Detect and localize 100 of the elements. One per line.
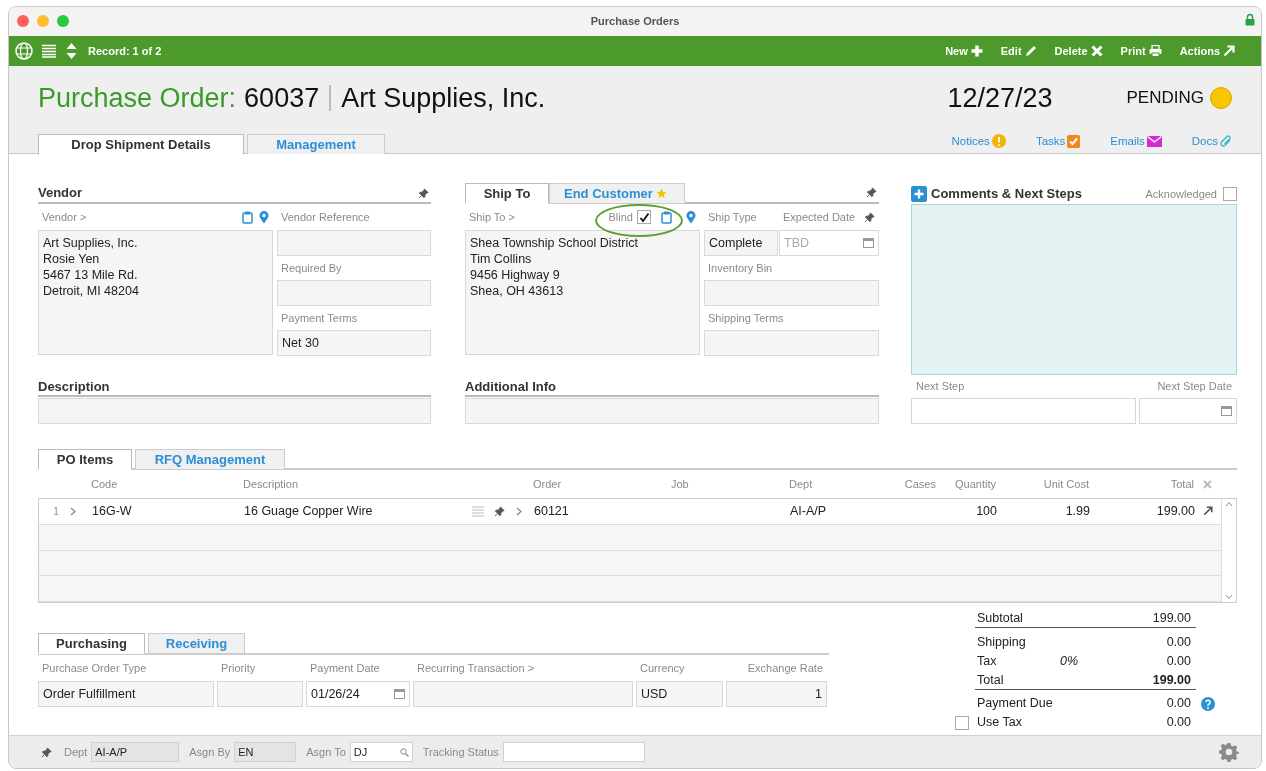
date-field[interactable] bbox=[1139, 398, 1237, 424]
tab[interactable]: Purchasing bbox=[38, 633, 145, 654]
input-field[interactable] bbox=[465, 398, 879, 424]
toolbar-button[interactable]: Edit bbox=[1000, 42, 1037, 60]
clipboard-icon[interactable] bbox=[661, 210, 672, 224]
pin-icon[interactable] bbox=[866, 187, 877, 198]
column-header: Description bbox=[242, 476, 300, 492]
pin-icon[interactable] bbox=[418, 187, 429, 199]
field-label: Required By bbox=[281, 260, 342, 276]
company-name: Art Supplies, Inc. bbox=[341, 81, 546, 115]
column-header: Dept bbox=[788, 476, 814, 492]
toolbar-button[interactable]: Print bbox=[1120, 42, 1162, 60]
scroll-bar[interactable] bbox=[1221, 499, 1236, 602]
total-value: 0.00 bbox=[1166, 634, 1191, 652]
calendar-icon[interactable] bbox=[863, 238, 874, 248]
globe-icon[interactable] bbox=[15, 42, 33, 60]
total-label: Subtotal bbox=[977, 609, 1024, 627]
field-label: Blind bbox=[608, 209, 633, 225]
chevron-right-icon[interactable] bbox=[70, 506, 76, 516]
close-icon bbox=[1090, 45, 1103, 57]
field-label: Asgn By bbox=[189, 744, 231, 760]
toolbar-button[interactable]: Actions bbox=[1179, 42, 1235, 60]
total-label: Shipping bbox=[977, 634, 1027, 652]
input-field[interactable]: EN bbox=[234, 742, 297, 762]
order-date: 12/27/23 bbox=[947, 81, 1053, 115]
total-label: Total bbox=[977, 671, 1005, 689]
record-counter: Record: 1 of 2 bbox=[88, 43, 162, 59]
plus-icon bbox=[970, 45, 983, 57]
checkbox[interactable] bbox=[637, 210, 651, 224]
pin-icon[interactable] bbox=[41, 746, 52, 758]
checkbox[interactable] bbox=[1223, 187, 1237, 201]
input-field[interactable]: Net 30 bbox=[277, 330, 431, 356]
field-label: Vendor Reference bbox=[281, 209, 370, 225]
column-header: Order bbox=[532, 476, 563, 492]
help-icon[interactable] bbox=[1201, 696, 1215, 711]
total-value: 199.00 bbox=[1152, 671, 1191, 689]
calendar-icon[interactable] bbox=[394, 689, 405, 699]
column-header: Unit Cost bbox=[1042, 476, 1089, 492]
checkbox[interactable] bbox=[955, 715, 969, 730]
record-number: 60037 bbox=[244, 81, 320, 115]
input-field[interactable] bbox=[704, 280, 879, 306]
column-header: Cases bbox=[903, 476, 936, 492]
arrow-icon bbox=[1223, 45, 1235, 57]
toolbar-button[interactable]: Delete bbox=[1054, 42, 1103, 60]
input-field[interactable]: Order Fulfillment bbox=[38, 681, 214, 707]
address-field[interactable]: Art Supplies, Inc. Rosie Yen 5467 13 Mile Rd. Detroit, MI 48204 bbox=[38, 230, 273, 355]
address-field[interactable]: Shea Township School District Tim Collins 9456 Highway 9 Shea, OH 43613 bbox=[465, 230, 700, 355]
input-field[interactable] bbox=[704, 330, 879, 356]
column-header: Code bbox=[90, 476, 119, 492]
input-field[interactable]: AI-A/P bbox=[91, 742, 180, 762]
field-label: Next Step bbox=[916, 379, 965, 395]
map-pin-icon[interactable] bbox=[259, 210, 269, 224]
clipboard-icon[interactable] bbox=[242, 210, 253, 224]
date-field[interactable]: 01/26/24 bbox=[306, 681, 410, 707]
input-field[interactable] bbox=[38, 398, 431, 424]
input-field[interactable] bbox=[217, 681, 303, 707]
up-down-arrows-icon[interactable] bbox=[66, 42, 77, 60]
tab[interactable]: PO Items bbox=[38, 449, 132, 470]
input-field[interactable]: DJ bbox=[349, 742, 413, 762]
arrow-icon[interactable] bbox=[1203, 506, 1213, 517]
input-field[interactable] bbox=[911, 398, 1136, 424]
input-field[interactable]: 1 bbox=[726, 681, 827, 707]
settings-icon[interactable] bbox=[1219, 742, 1239, 762]
zoom-button[interactable] bbox=[57, 15, 69, 27]
input-field[interactable] bbox=[277, 280, 431, 306]
total-value: 0.00 bbox=[1166, 695, 1191, 713]
map-pin-icon[interactable] bbox=[686, 210, 696, 224]
toolbar-button[interactable]: New bbox=[945, 42, 983, 60]
total-label: Tax bbox=[977, 653, 998, 671]
field-label: Exchange Rate bbox=[747, 660, 823, 676]
total-value: 0.00 bbox=[1166, 714, 1191, 732]
input-field[interactable] bbox=[277, 230, 431, 256]
window-title: Purchase Orders bbox=[590, 14, 680, 30]
close-icon[interactable] bbox=[1203, 479, 1212, 489]
pin-icon[interactable] bbox=[494, 505, 505, 517]
total-label: Payment Due bbox=[977, 695, 1054, 713]
search-icon bbox=[399, 747, 409, 757]
input-field[interactable] bbox=[502, 742, 645, 762]
input-field[interactable] bbox=[413, 681, 633, 707]
field-label: Ship To > bbox=[469, 209, 515, 225]
tab[interactable]: Drop Shipment Details bbox=[38, 134, 244, 155]
table-cell-text: 1.99 bbox=[1064, 503, 1090, 520]
field-label: Priority bbox=[221, 660, 256, 676]
close-button[interactable] bbox=[17, 15, 29, 27]
calendar-icon[interactable] bbox=[1221, 406, 1232, 416]
pencil-icon bbox=[1024, 45, 1037, 57]
list-icon[interactable] bbox=[42, 44, 56, 58]
field-label: Recurring Transaction > bbox=[417, 660, 535, 676]
comments-field[interactable] bbox=[911, 204, 1237, 375]
pin-icon[interactable] bbox=[864, 211, 875, 223]
chevron-right-icon[interactable] bbox=[516, 506, 522, 516]
status-indicator bbox=[1210, 87, 1232, 109]
input-field[interactable]: USD bbox=[636, 681, 723, 707]
plus-icon[interactable] bbox=[911, 186, 927, 202]
input-field[interactable]: Complete bbox=[704, 230, 778, 256]
tab[interactable]: Ship To bbox=[465, 183, 549, 204]
minimize-button[interactable] bbox=[37, 15, 49, 27]
checkbox-icon bbox=[1067, 134, 1081, 148]
total-label: Use Tax bbox=[977, 714, 1023, 732]
total-value: 199.00 bbox=[1152, 609, 1191, 627]
